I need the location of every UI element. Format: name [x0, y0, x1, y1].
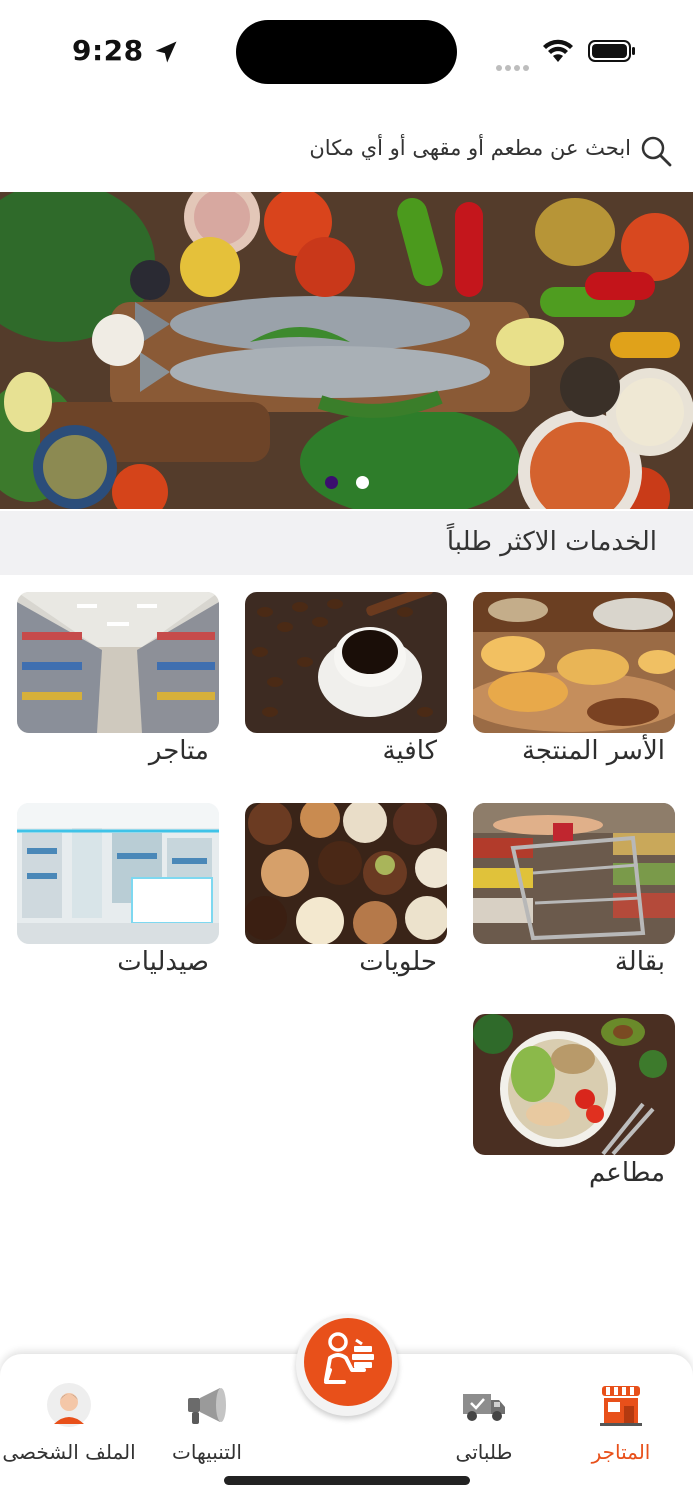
truck-icon — [463, 1394, 505, 1421]
nav-label: التنبيهات — [172, 1440, 242, 1464]
store-icon — [600, 1386, 642, 1426]
category-tile-grocery[interactable]: بقالة — [473, 803, 675, 977]
location-arrow-icon — [155, 41, 177, 63]
nav-item-profile[interactable]: الملف الشخصى — [0, 1374, 144, 1474]
delivery-person-icon — [324, 1332, 374, 1384]
category-label: صيدليات — [117, 947, 209, 977]
category-tile-sweets[interactable]: حلويات — [245, 803, 447, 977]
status-time: 9:28 — [72, 34, 144, 67]
megaphone-icon — [188, 1388, 226, 1424]
pharmacy-image — [17, 803, 219, 944]
section-header: الخدمات الاكثر طلباً — [0, 511, 693, 575]
carousel-dot[interactable] — [356, 476, 369, 489]
nav-label: المتاجر — [591, 1440, 651, 1464]
nav-item-orders[interactable]: طلباتى — [409, 1374, 559, 1474]
nav-item-notifications[interactable]: التنبيهات — [132, 1374, 282, 1474]
avatar-icon — [47, 1383, 91, 1427]
category-tile-stores[interactable]: متاجر — [17, 592, 219, 766]
battery-icon — [588, 40, 635, 62]
nav-label: طلباتى — [455, 1440, 513, 1464]
wifi-icon — [543, 39, 573, 62]
search-placeholder[interactable]: ابحث عن مطعم أو مقهى أو أي مكان — [309, 136, 631, 160]
category-tile-productive-families[interactable]: الأسر المنتجة — [473, 592, 675, 766]
category-label: متاجر — [148, 736, 209, 766]
pastries-image — [473, 592, 675, 733]
category-tile-cafe[interactable]: كافية — [245, 592, 447, 766]
search-bar[interactable]: ابحث عن مطعم أو مقهى أو أي مكان — [0, 122, 693, 182]
center-action-circle[interactable] — [304, 1318, 392, 1406]
category-label: بقالة — [614, 947, 665, 977]
dynamic-island — [236, 20, 457, 84]
promo-banner[interactable] — [0, 192, 693, 509]
category-label: كافية — [382, 736, 437, 766]
carousel-dots[interactable] — [0, 474, 693, 492]
chocolates-image — [245, 803, 447, 944]
cellular-signal-icon — [496, 56, 532, 71]
nav-label: الملف الشخصى — [2, 1440, 136, 1464]
home-indicator — [224, 1476, 470, 1485]
salad-bowl-image — [473, 1014, 675, 1155]
category-label: الأسر المنتجة — [521, 736, 665, 766]
supermarket-aisle-image — [17, 592, 219, 733]
search-icon[interactable] — [639, 134, 673, 168]
category-label: حلويات — [359, 947, 437, 977]
section-title: الخدمات الاكثر طلباً — [446, 527, 657, 557]
grocery-cart-image — [473, 803, 675, 944]
banner-food-image — [0, 192, 693, 509]
carousel-dot-active[interactable] — [325, 476, 338, 489]
status-bar: 9:28 — [0, 0, 693, 100]
category-tile-pharmacies[interactable]: صيدليات — [17, 803, 219, 977]
category-tile-restaurants[interactable]: مطاعم — [473, 1014, 675, 1188]
nav-item-stores[interactable]: المتاجر — [546, 1374, 693, 1474]
coffee-image — [245, 592, 447, 733]
center-action-button[interactable] — [296, 1314, 398, 1416]
category-label: مطاعم — [589, 1158, 665, 1188]
